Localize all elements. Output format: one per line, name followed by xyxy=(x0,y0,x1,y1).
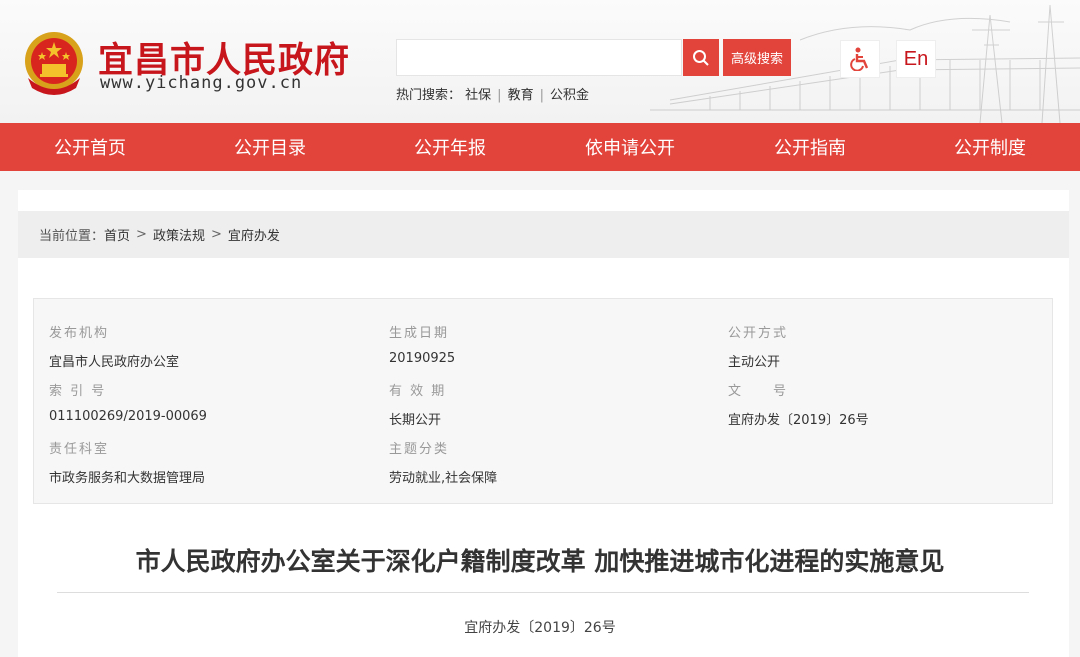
hot-search-link[interactable]: 教育 xyxy=(508,88,534,103)
index-value: 011100269/2019-00069 xyxy=(49,409,207,424)
separator: | xyxy=(497,88,502,103)
main-nav: 公开首页 公开目录 公开年报 依申请公开 公开指南 公开制度 xyxy=(0,123,1080,171)
index-label: 索 引 号 xyxy=(49,384,107,399)
nav-item-annual-report[interactable]: 公开年报 xyxy=(360,123,540,171)
search-box[interactable] xyxy=(396,39,682,76)
english-button[interactable]: En xyxy=(896,40,936,78)
document-title: 市人民政府办公室关于深化户籍制度改革 加快推进城市化进程的实施意见 xyxy=(135,547,945,576)
date-value: 20190925 xyxy=(389,351,456,366)
publisher-value: 宜昌市人民政府办公室 xyxy=(49,355,180,370)
nav-item-request[interactable]: 依申请公开 xyxy=(540,123,720,171)
breadcrumb-separator: > xyxy=(136,227,147,242)
breadcrumb-current[interactable]: 宜府办发 xyxy=(228,225,280,244)
accessibility-button[interactable] xyxy=(840,40,880,78)
nav-item-home[interactable]: 公开首页 xyxy=(0,123,180,171)
docno-value: 宜府办发〔2019〕26号 xyxy=(728,413,869,428)
hot-search-label: 热门搜索： xyxy=(396,88,462,103)
breadcrumb-separator: > xyxy=(210,227,222,242)
hot-search: 热门搜索： 社保 | 教育 | 公积金 xyxy=(396,84,589,103)
office-value: 市政务服务和大数据管理局 xyxy=(49,471,206,486)
site-header: 宜昌市人民政府 www.yichang.gov.cn 高级搜索 热门搜索： 社保… xyxy=(0,0,1080,123)
search-input[interactable] xyxy=(397,40,681,75)
method-value: 主动公开 xyxy=(728,355,781,370)
hot-search-link[interactable]: 社保 xyxy=(465,88,491,103)
topic-label: 主题分类 xyxy=(389,442,450,457)
validity-label: 有 效 期 xyxy=(389,384,447,399)
method-label: 公开方式 xyxy=(728,326,789,341)
document-metadata: 发布机构 宜昌市人民政府办公室 索 引 号 011100269/2019-000… xyxy=(33,298,1053,504)
search-icon xyxy=(693,49,709,66)
breadcrumb-policy[interactable]: 政策法规 xyxy=(153,225,205,244)
nav-item-system[interactable]: 公开制度 xyxy=(900,123,1080,171)
office-label: 责任科室 xyxy=(49,442,110,457)
validity-value: 长期公开 xyxy=(389,413,442,428)
topic-value: 劳动就业,社会保障 xyxy=(389,471,498,486)
national-emblem-icon xyxy=(25,32,83,95)
nav-item-catalog[interactable]: 公开目录 xyxy=(180,123,360,171)
search-button[interactable] xyxy=(683,39,719,76)
document-number: 宜府办发〔2019〕26号 xyxy=(464,620,616,636)
separator: | xyxy=(539,88,544,103)
hot-search-link[interactable]: 公积金 xyxy=(550,88,589,103)
breadcrumb-label: 当前位置： xyxy=(39,229,105,244)
date-label: 生成日期 xyxy=(389,326,450,341)
docno-label: 文 号 xyxy=(728,384,789,399)
nav-item-guide[interactable]: 公开指南 xyxy=(720,123,900,171)
breadcrumb-home[interactable]: 首页 xyxy=(104,225,130,244)
divider xyxy=(57,592,1029,593)
site-url[interactable]: www.yichang.gov.cn xyxy=(100,73,302,93)
wheelchair-icon xyxy=(850,47,869,71)
breadcrumb: 当前位置： 首页 > 政策法规 > 宜府办发 xyxy=(18,211,1069,258)
advanced-search-button[interactable]: 高级搜索 xyxy=(723,39,791,76)
publisher-label: 发布机构 xyxy=(49,326,110,341)
